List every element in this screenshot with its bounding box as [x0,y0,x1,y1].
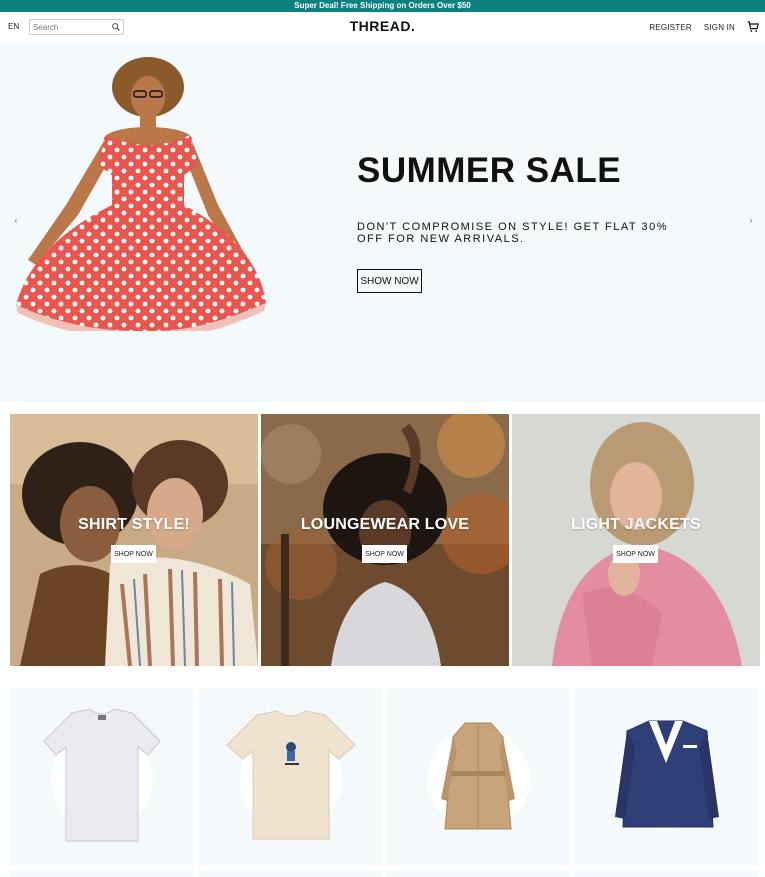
nav-actions: REGISTER SIGN IN [649,19,759,35]
category-title: SHIRT STYLE! [78,516,190,533]
product-card[interactable] [199,689,382,865]
register-link[interactable]: REGISTER [649,23,692,32]
category-grid: SHIRT STYLE! SHOP NOW LOUNGEWEAR LOVE SH… [10,414,760,666]
navy-blazer-icon [615,720,719,828]
category-title: LIGHT JACKETS [571,516,701,533]
product-card-next-row [199,870,382,877]
signin-link[interactable]: SIGN IN [704,23,735,32]
cream-tshirt-icon [226,710,356,840]
category-tile-shirt-style[interactable]: SHIRT STYLE! SHOP NOW [10,414,258,666]
product-grid [10,689,760,877]
product-card[interactable] [387,689,570,865]
white-tshirt-icon [43,708,161,842]
shop-now-button[interactable]: SHOP NOW [111,545,156,563]
product-card[interactable] [10,689,193,865]
shop-now-button[interactable]: SHOP NOW [362,545,407,563]
hero-model-image [16,57,266,331]
show-now-button[interactable]: SHOW NOW [357,269,422,293]
category-tile-light-jackets[interactable]: LIGHT JACKETS SHOP NOW [512,414,760,666]
navbar: EN THREAD. REGISTER SIGN IN [0,12,765,43]
shirt-style-image [10,414,258,666]
category-title: LOUNGEWEAR LOVE [300,516,470,533]
trench-coat-icon [441,722,515,830]
product-card-next-row [10,870,193,877]
hero-next-arrow[interactable]: › [744,214,758,228]
product-card[interactable] [575,689,758,865]
shop-now-button[interactable]: SHOP NOW [613,545,658,563]
announcement-bar: Super Deal! Free Shipping on Orders Over… [0,0,765,12]
loungewear-love-image [261,414,509,666]
hero-banner: ‹ › SUMMER SALE DON'T COMPROMISE ON STYL… [0,43,765,402]
category-tile-loungewear-love[interactable]: LOUNGEWEAR LOVE SHOP NOW [261,414,509,666]
product-card-next-row [387,870,570,877]
hero-title: SUMMER SALE [357,151,622,190]
product-card-next-row [575,870,758,877]
cart-icon[interactable] [747,21,759,33]
light-jackets-image [512,414,760,666]
hero-description: DON'T COMPROMISE ON STYLE! GET FLAT 30% … [357,221,669,245]
